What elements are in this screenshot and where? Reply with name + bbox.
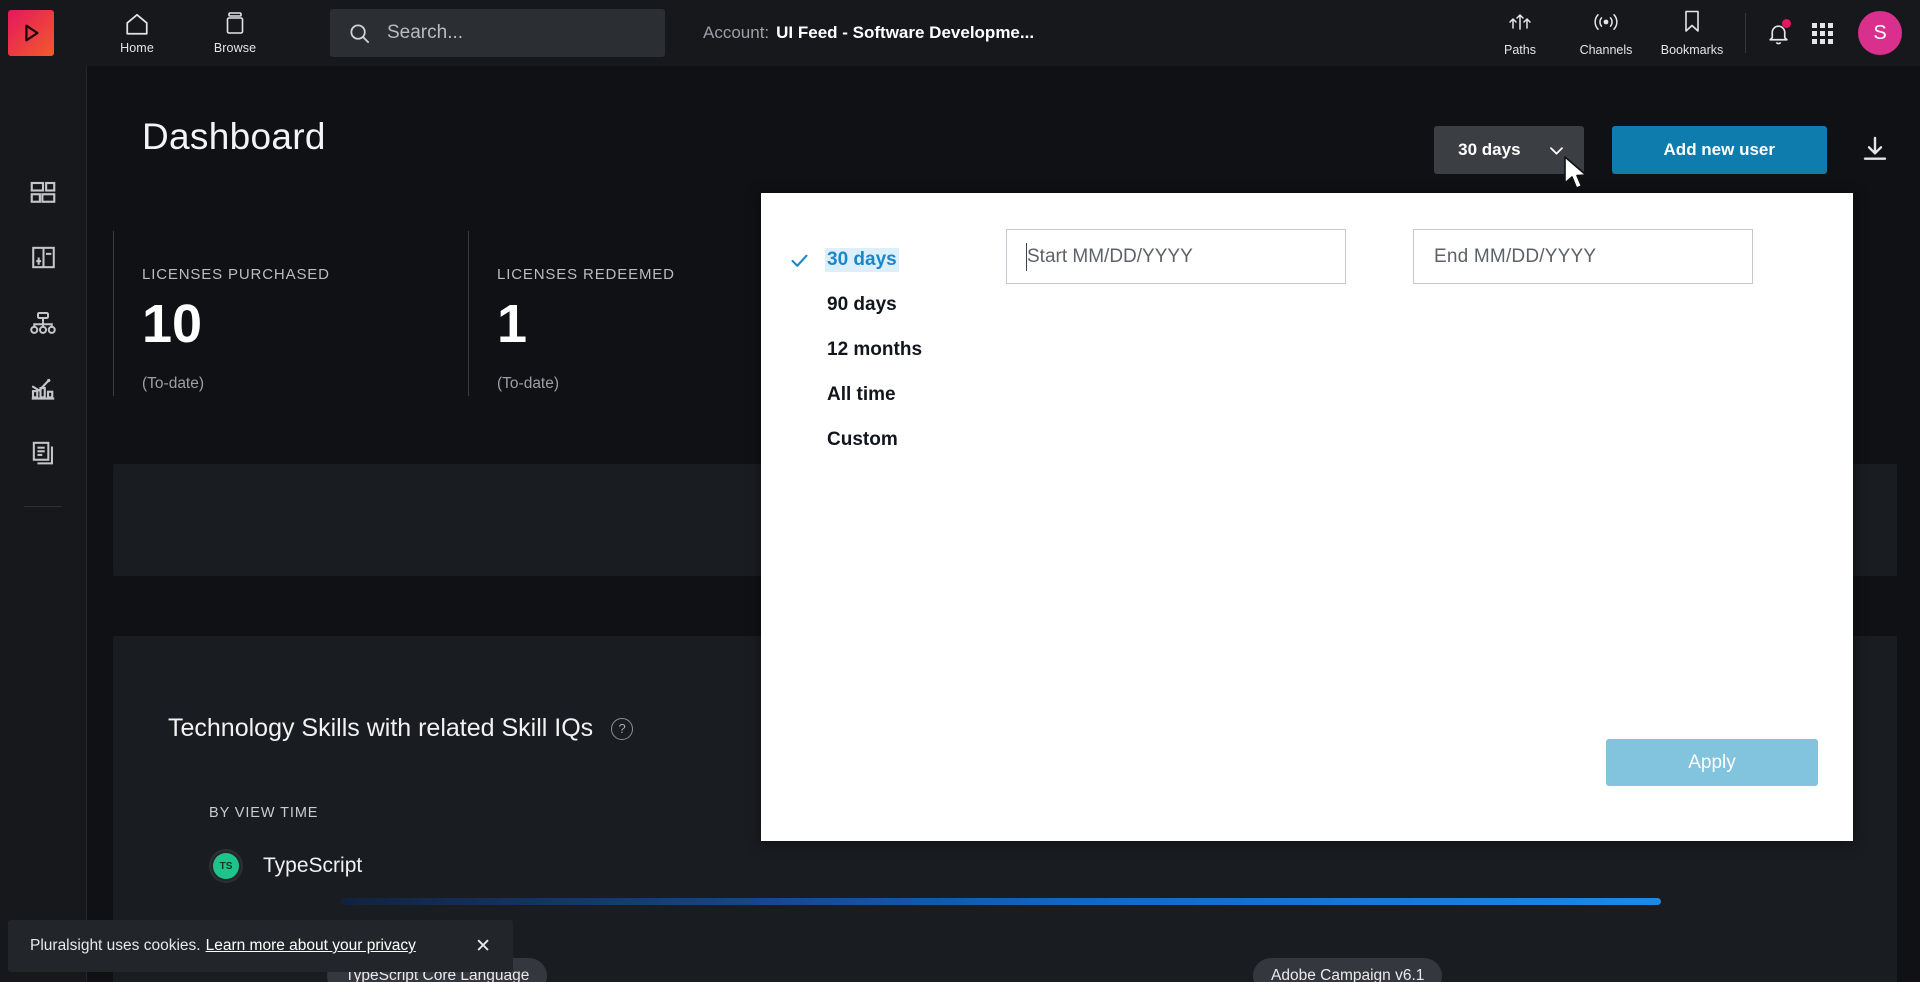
download-icon <box>1863 136 1887 160</box>
cookie-privacy-link[interactable]: Learn more about your privacy <box>206 937 416 955</box>
avatar[interactable]: S <box>1858 11 1902 55</box>
nav-item-home[interactable]: Home <box>104 0 170 66</box>
date-range-option-label: Custom <box>827 429 898 450</box>
date-range-value: 30 days <box>1458 140 1521 159</box>
sidebar-item-teams[interactable] <box>0 290 87 355</box>
skill-row-typescript: TS TypeScript <box>209 849 1897 883</box>
nav-divider <box>1745 13 1746 53</box>
layout-panels-icon <box>31 246 55 269</box>
sidebar-divider <box>24 506 62 507</box>
org-chart-icon <box>30 311 56 334</box>
app-grid-icon <box>1811 22 1833 44</box>
dashboard-tiles-icon <box>30 181 56 203</box>
nav-item-bookmarks-label: Bookmarks <box>1660 43 1724 57</box>
start-date-input[interactable]: Start MM/DD/YYYY <box>1006 229 1346 284</box>
nav-item-channels[interactable]: Channels <box>1563 0 1649 66</box>
skills-card-title: Technology Skills with related Skill IQs <box>168 714 594 742</box>
skill-tag[interactable]: Adobe Campaign v6.1 <box>1253 958 1443 982</box>
date-range-option-90-days[interactable]: 90 days <box>761 283 1016 327</box>
search-icon <box>348 22 371 45</box>
pluralsight-logo[interactable] <box>8 10 54 56</box>
account-label: Account: <box>703 23 770 42</box>
page-title: Dashboard <box>142 116 326 157</box>
browse-stack-icon <box>223 11 247 37</box>
account-selector[interactable]: Account: UI Feed - Software Developme... <box>703 23 1034 43</box>
date-range-option-30-days[interactable]: 30 days <box>761 238 1016 282</box>
kpi-value: 10 <box>142 294 203 354</box>
text-caret <box>1026 243 1027 271</box>
date-range-dropdown-button[interactable]: 30 days <box>1434 126 1584 174</box>
custom-date-fields: Start MM/DD/YYYY End MM/DD/YYYY <box>1006 229 1753 284</box>
nav-item-browse-label: Browse <box>213 41 257 55</box>
date-range-option-label: All time <box>827 384 896 405</box>
search-placeholder: Search... <box>387 22 464 43</box>
date-range-option-custom[interactable]: Custom <box>761 418 1016 462</box>
chevron-down-icon <box>1547 141 1566 160</box>
date-range-dropdown-panel: 30 days 90 days 12 months All time Custo… <box>761 193 1853 841</box>
kpi-label: LICENSES PURCHASED <box>142 266 330 283</box>
analytics-chart-icon <box>31 378 55 400</box>
sidebar-item-plans[interactable] <box>0 225 87 290</box>
end-date-placeholder: End MM/DD/YYYY <box>1434 245 1597 267</box>
home-icon <box>124 11 150 37</box>
top-nav-right-group: Paths Channels Bookmarks S <box>1477 0 1920 66</box>
skill-badge: TS <box>209 849 243 883</box>
pluralsight-play-icon <box>25 24 39 42</box>
date-range-option-all-time[interactable]: All time <box>761 373 1016 417</box>
nav-item-channels-label: Channels <box>1579 42 1633 57</box>
left-sidebar <box>0 66 87 982</box>
kpi-strip: LICENSES PURCHASED 10 (To-date) LICENSES… <box>113 231 823 396</box>
nav-item-home-label: Home <box>120 41 154 55</box>
date-range-option-label: 30 days <box>825 248 899 272</box>
nav-item-paths-label: Paths <box>1504 42 1536 57</box>
nav-item-browse[interactable]: Browse <box>202 0 268 66</box>
skill-progress-bar <box>341 898 1661 905</box>
notifications-button[interactable] <box>1756 11 1800 55</box>
apply-button[interactable]: Apply <box>1606 739 1818 786</box>
sidebar-item-reports[interactable] <box>0 420 87 485</box>
end-date-input[interactable]: End MM/DD/YYYY <box>1413 229 1753 284</box>
date-range-option-label: 90 days <box>827 294 897 315</box>
date-range-option-list: 30 days 90 days 12 months All time Custo… <box>761 238 1016 463</box>
kpi-sublabel: (To-date) <box>142 375 205 392</box>
help-icon[interactable]: ? <box>611 717 634 740</box>
app-grid-button[interactable] <box>1800 11 1844 55</box>
kpi-licenses-purchased: LICENSES PURCHASED 10 (To-date) <box>113 231 468 396</box>
date-range-option-12-months[interactable]: 12 months <box>761 328 1016 372</box>
close-icon[interactable]: ✕ <box>475 935 491 958</box>
bookmark-icon <box>1681 9 1703 39</box>
sidebar-item-dashboard[interactable] <box>0 160 87 225</box>
cookie-banner-text: Pluralsight uses cookies. <box>30 937 201 954</box>
skill-badge-label: TS <box>213 853 239 879</box>
top-navigation-bar: Home Browse Search... Account: UI Feed -… <box>0 0 1920 66</box>
header-actions: 30 days Add new user <box>1434 126 1895 174</box>
check-icon <box>789 250 825 271</box>
nav-item-paths[interactable]: Paths <box>1477 0 1563 66</box>
search-input[interactable]: Search... <box>330 9 665 57</box>
nav-item-bookmarks[interactable]: Bookmarks <box>1649 0 1735 66</box>
skill-name: TypeScript <box>263 854 363 877</box>
sidebar-item-analytics[interactable] <box>0 355 87 420</box>
app-root: Home Browse Search... Account: UI Feed -… <box>0 0 1920 982</box>
add-new-user-button[interactable]: Add new user <box>1611 126 1827 174</box>
documents-icon <box>32 441 53 465</box>
paths-arrows-icon <box>1507 10 1533 39</box>
notification-dot <box>1782 19 1791 28</box>
start-date-placeholder: Start MM/DD/YYYY <box>1027 245 1193 267</box>
account-name: UI Feed - Software Developme... <box>776 23 1035 42</box>
cookie-banner: Pluralsight uses cookies. Learn more abo… <box>8 920 513 972</box>
channels-broadcast-icon <box>1592 10 1620 39</box>
download-button[interactable] <box>1855 130 1895 170</box>
date-range-option-label: 12 months <box>827 339 923 360</box>
